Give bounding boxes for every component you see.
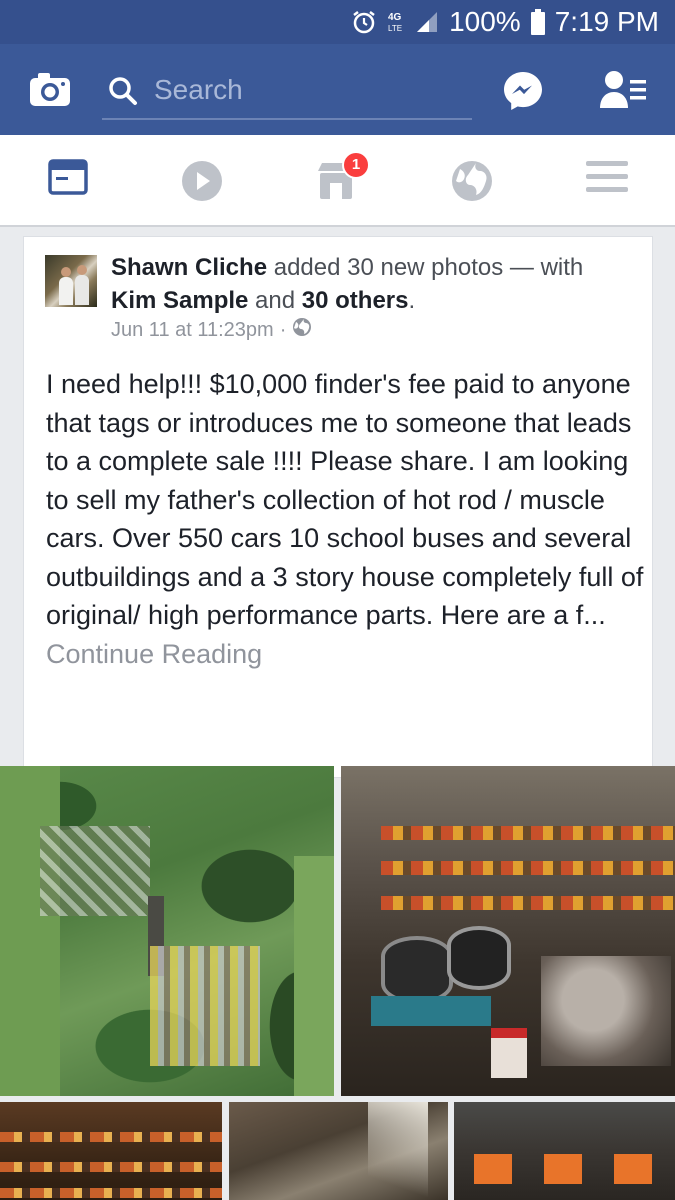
tab-videos[interactable] (180, 159, 224, 203)
continue-reading-link[interactable]: Continue Reading (46, 639, 262, 669)
photo-aerial-cars[interactable] (0, 766, 334, 1096)
svg-text:LTE: LTE (388, 24, 402, 33)
battery-percent: 100% (449, 6, 521, 37)
globe-icon (450, 161, 494, 207)
meta-separator: · (279, 318, 287, 341)
post-headline: Shawn Cliche added 30 new photos — with … (111, 251, 631, 317)
network-4g-icon: 4G LTE (387, 9, 405, 35)
camera-icon[interactable] (30, 72, 70, 111)
messenger-icon[interactable] (502, 70, 544, 117)
post-action: added 30 new photos — with (267, 254, 584, 281)
author-name[interactable]: Shawn Cliche (111, 254, 267, 281)
app-header: Search (0, 44, 675, 135)
marketplace-badge: 1 (342, 151, 370, 179)
tab-bar: 1 (0, 135, 675, 227)
tab-globe[interactable] (450, 159, 494, 203)
photo-parts-shelves[interactable] (341, 766, 675, 1096)
tagged-others[interactable]: 30 others (302, 287, 409, 314)
status-bar: 4G LTE 100% 7:19 PM (0, 0, 675, 44)
search-icon (108, 76, 138, 111)
post-body: I need help!!! $10,000 finder's fee paid… (46, 369, 644, 630)
photo-shelves[interactable] (0, 1102, 222, 1200)
signal-icon (415, 10, 439, 34)
tab-menu[interactable] (586, 159, 630, 203)
marketplace-icon (316, 163, 356, 205)
battery-icon (530, 9, 545, 35)
hamburger-menu-icon (586, 161, 628, 199)
svg-text:4G: 4G (388, 12, 402, 23)
post-meta: Jun 11 at 11:23pm · (111, 317, 312, 343)
globe-icon (292, 317, 312, 343)
photo-garage[interactable] (229, 1102, 448, 1200)
tagged-user[interactable]: Kim Sample (111, 287, 248, 314)
and-text: and (248, 287, 302, 314)
search-input[interactable]: Search (102, 66, 472, 120)
tab-news-feed[interactable] (48, 159, 92, 203)
period-text: . (408, 287, 416, 314)
friend-requests-icon[interactable] (600, 70, 648, 115)
news-feed-icon (48, 159, 88, 199)
tab-marketplace[interactable]: 1 (316, 151, 370, 205)
play-icon (180, 161, 224, 207)
post-card: Shawn Cliche added 30 new photos — with … (23, 236, 653, 778)
search-placeholder: Search (154, 74, 243, 105)
post-timestamp[interactable]: Jun 11 at 11:23pm (111, 319, 274, 342)
alarm-icon (351, 9, 377, 35)
post-text: I need help!!! $10,000 finder's fee paid… (46, 365, 646, 673)
avatar[interactable] (45, 255, 97, 307)
clock: 7:19 PM (554, 6, 659, 37)
photo-parts-bins[interactable] (454, 1102, 675, 1200)
